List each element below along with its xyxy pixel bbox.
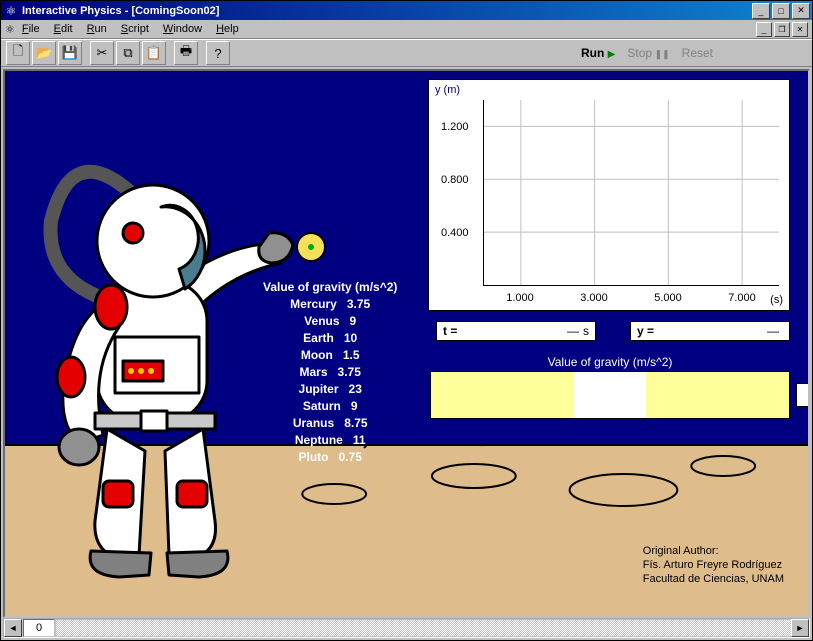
window-title: Interactive Physics - [ComingSoon02] xyxy=(22,5,219,17)
gravity-table-header: Value of gravity (m/s^2) xyxy=(263,279,397,296)
menu-edit[interactable]: Edit xyxy=(47,22,80,36)
run-button[interactable]: Run ▶ xyxy=(581,46,615,60)
frame-counter: 0 xyxy=(23,619,55,637)
print-icon[interactable]: 🖶 xyxy=(174,41,198,65)
chart: y (m) (s) 0.4000.8001.200 1.0003.0005.00… xyxy=(428,79,790,311)
scroll-right-icon[interactable]: ► xyxy=(791,619,809,637)
maximize-button[interactable]: □ xyxy=(772,3,790,19)
simulation-canvas: Value of gravity (m/s^2) Mercury 3.75Ven… xyxy=(3,69,810,618)
mdi-restore-button[interactable]: ❐ xyxy=(774,22,790,37)
app-window: ⚛ Interactive Physics - [ComingSoon02] _… xyxy=(0,0,813,641)
readouts: t = — s y = — xyxy=(436,321,790,341)
ball-object[interactable] xyxy=(295,231,327,263)
gravity-row: Moon 1.5 xyxy=(263,347,397,364)
chart-x-label: (s) xyxy=(770,294,783,306)
gravity-table: Value of gravity (m/s^2) Mercury 3.75Ven… xyxy=(263,279,397,466)
open-icon[interactable]: 📂 xyxy=(32,41,56,65)
scroll-left-icon[interactable]: ◄ xyxy=(4,619,22,637)
paste-icon[interactable]: 📋 xyxy=(142,41,166,65)
app-icon: ⚛ xyxy=(3,3,19,19)
menubar: ⚛ File Edit Run Script Window Help _ ❐ ✕ xyxy=(1,20,812,39)
chart-y-label: y (m) xyxy=(435,84,460,96)
mdi-minimize-button[interactable]: _ xyxy=(756,22,772,37)
gravity-slider[interactable]: Value of gravity (m/s^2) 13.75 xyxy=(430,355,790,419)
menu-file[interactable]: File xyxy=(15,22,47,36)
y-readout: y = — xyxy=(630,321,790,341)
menu-window[interactable]: Window xyxy=(156,22,209,36)
stop-button[interactable]: Stop ❚❚ xyxy=(627,46,669,60)
reset-button[interactable]: Reset xyxy=(682,46,713,60)
astronaut-illustration xyxy=(11,151,301,581)
new-icon[interactable]: 🗋 xyxy=(6,41,30,65)
gravity-row: Neptune 11 xyxy=(263,432,397,449)
sim-controls: Run ▶ Stop ❚❚ Reset xyxy=(581,46,713,60)
time-readout: t = — s xyxy=(436,321,596,341)
menu-help[interactable]: Help xyxy=(209,22,246,36)
toolbar: 🗋 📂 💾 ✂ ⧉ 📋 🖶 ? Run ▶ Stop ❚❚ Reset xyxy=(1,39,812,67)
menu-run[interactable]: Run xyxy=(80,22,114,36)
gravity-row: Saturn 9 xyxy=(263,398,397,415)
horizontal-scrollbar[interactable]: ◄ 0 ► xyxy=(3,618,810,638)
gravity-slider-track[interactable] xyxy=(430,371,790,419)
save-icon[interactable]: 💾 xyxy=(58,41,82,65)
gravity-row: Pluto 0.75 xyxy=(263,449,397,466)
close-button[interactable]: ✕ xyxy=(792,3,810,19)
gravity-row: Mercury 3.75 xyxy=(263,296,397,313)
help-icon[interactable]: ? xyxy=(206,41,230,65)
credits: Original Author: Fís. Arturo Freyre Rodr… xyxy=(643,544,784,586)
mdi-close-button[interactable]: ✕ xyxy=(792,22,808,37)
menu-script[interactable]: Script xyxy=(114,22,156,36)
gravity-row: Jupiter 23 xyxy=(263,381,397,398)
gravity-row: Earth 10 xyxy=(263,330,397,347)
gravity-row: Venus 9 xyxy=(263,313,397,330)
minimize-button[interactable]: _ xyxy=(752,3,770,19)
scroll-track[interactable] xyxy=(56,620,791,636)
gravity-slider-value: 13.75 xyxy=(796,383,810,407)
gravity-row: Mars 3.75 xyxy=(263,364,397,381)
titlebar: ⚛ Interactive Physics - [ComingSoon02] _… xyxy=(1,1,812,20)
copy-icon[interactable]: ⧉ xyxy=(116,41,140,65)
cut-icon[interactable]: ✂ xyxy=(90,41,114,65)
gravity-slider-caption: Value of gravity (m/s^2) xyxy=(430,355,790,369)
gravity-row: Uranus 8.75 xyxy=(263,415,397,432)
chart-plot-area xyxy=(483,100,779,286)
mdi-icon: ⚛ xyxy=(5,23,15,36)
